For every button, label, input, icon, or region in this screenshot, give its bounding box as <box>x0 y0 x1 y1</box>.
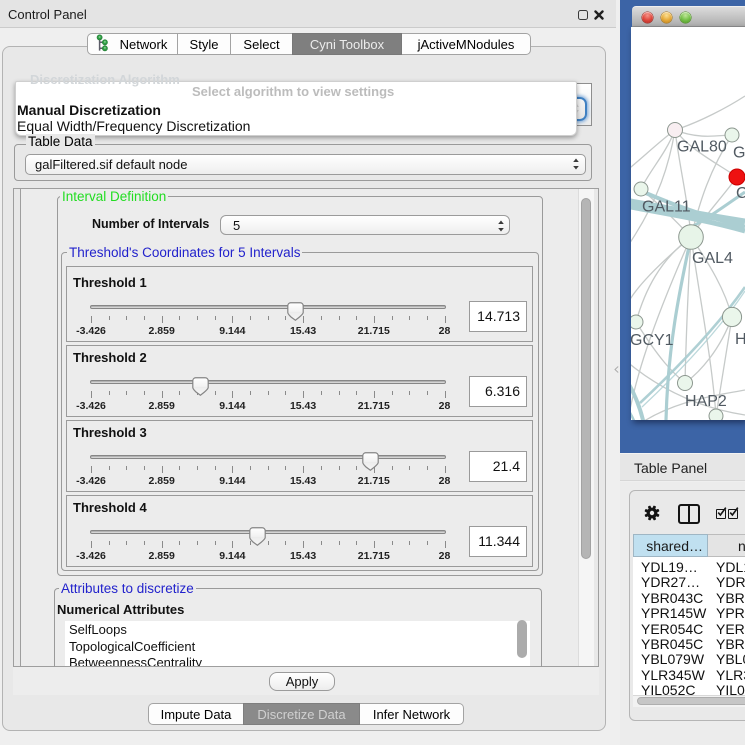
svg-text:GAL80: GAL80 <box>677 139 727 156</box>
svg-text:C: C <box>736 185 745 202</box>
svg-text:GA: GA <box>733 145 745 162</box>
svg-text:GCY1: GCY1 <box>631 332 674 349</box>
svg-text:GAL11: GAL11 <box>642 199 691 216</box>
svg-text:GAL4: GAL4 <box>692 250 733 267</box>
svg-text:HAP2: HAP2 <box>685 393 727 410</box>
svg-text:H: H <box>735 331 745 348</box>
